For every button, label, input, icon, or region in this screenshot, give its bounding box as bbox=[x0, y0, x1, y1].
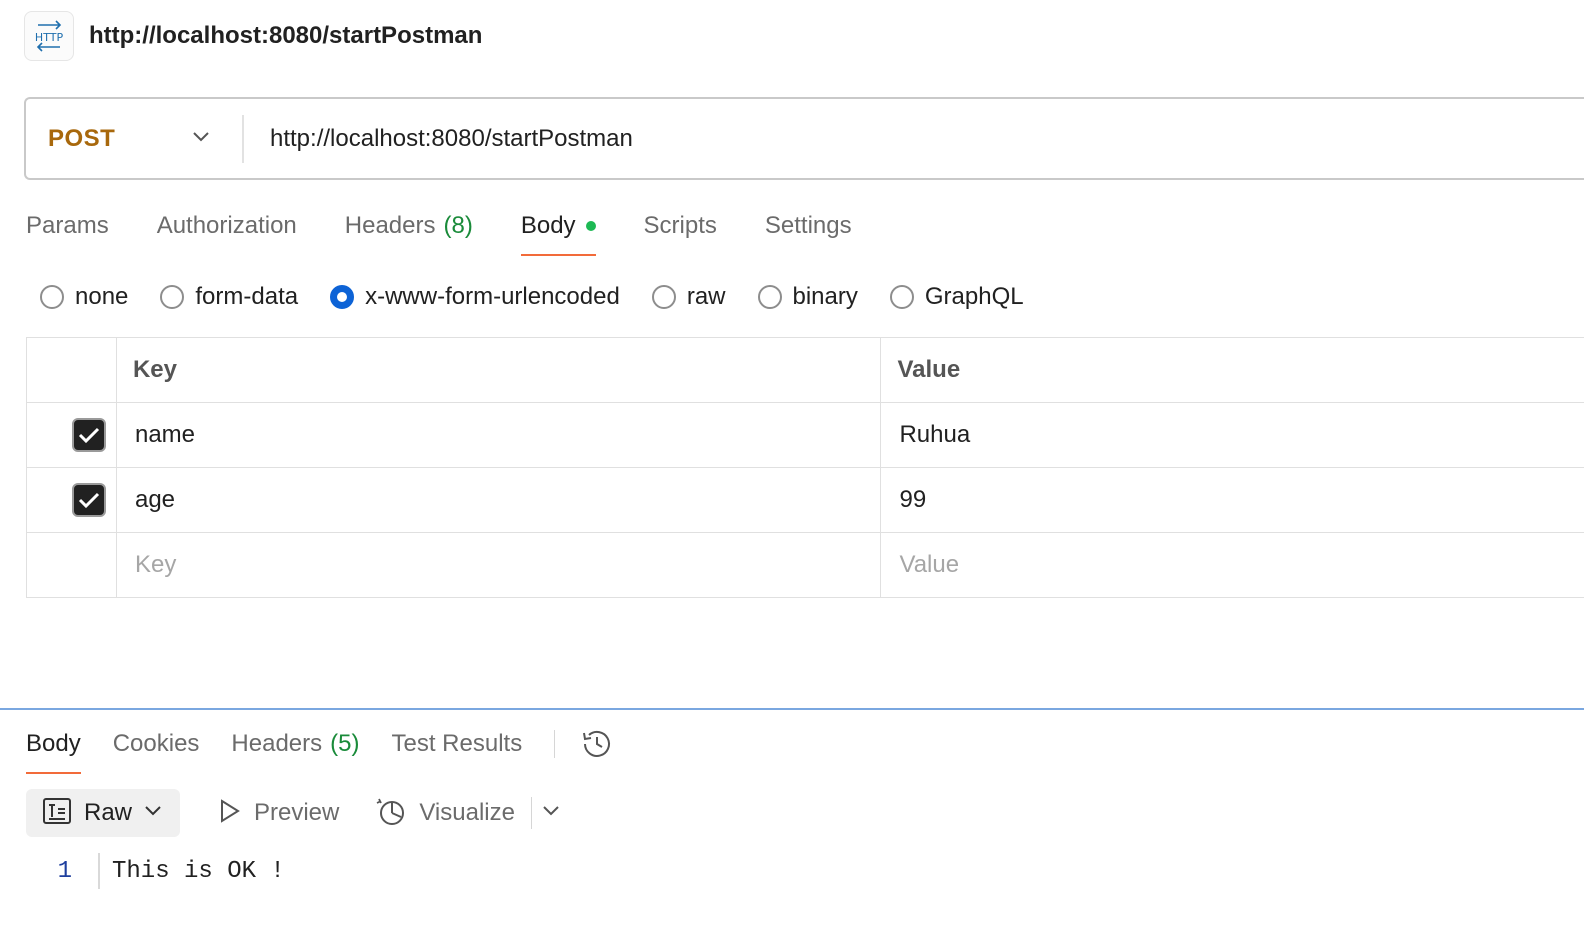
method-label: POST bbox=[48, 124, 116, 152]
key-input-placeholder[interactable]: Key bbox=[117, 533, 882, 597]
raw-format-dropdown[interactable]: Raw bbox=[26, 789, 180, 837]
radio-binary[interactable]: binary bbox=[757, 283, 858, 311]
response-body-code[interactable]: 1 This is OK ! bbox=[26, 852, 285, 890]
radio-button[interactable] bbox=[160, 285, 185, 309]
value-input-placeholder[interactable]: Value bbox=[881, 533, 1584, 597]
radio-raw[interactable]: raw bbox=[651, 283, 726, 311]
response-toolbar: Raw Preview Visualize bbox=[26, 789, 560, 837]
method-select[interactable]: POST bbox=[26, 114, 244, 163]
radio-button[interactable] bbox=[651, 285, 676, 309]
chevron-down-icon bbox=[192, 130, 210, 148]
form-urlencoded-table: Key Value name Ruhua age 99 Key Value bbox=[26, 337, 1584, 598]
value-cell[interactable]: 99 bbox=[881, 468, 1584, 532]
key-cell[interactable]: name bbox=[117, 403, 882, 467]
row-checkbox[interactable] bbox=[72, 418, 107, 452]
response-tab-cookies[interactable]: Cookies bbox=[113, 714, 200, 774]
code-gutter bbox=[98, 853, 100, 889]
radio-form-data[interactable]: form-data bbox=[160, 283, 298, 311]
key-cell[interactable]: age bbox=[117, 468, 882, 532]
tab-settings[interactable]: Settings bbox=[765, 196, 852, 256]
raw-label: Raw bbox=[84, 799, 133, 826]
chevron-down-icon[interactable] bbox=[542, 804, 560, 822]
code-line: This is OK ! bbox=[112, 857, 285, 885]
line-number: 1 bbox=[57, 857, 72, 885]
chevron-down-icon bbox=[144, 804, 162, 822]
column-header-key: Key bbox=[117, 338, 882, 402]
text-format-icon bbox=[42, 797, 72, 830]
http-icon: HTTP bbox=[24, 11, 74, 61]
svg-text:HTTP: HTTP bbox=[35, 31, 64, 44]
tab-authorization[interactable]: Authorization bbox=[157, 196, 297, 256]
request-title[interactable]: http://localhost:8080/startPostman bbox=[89, 22, 482, 50]
response-pane-divider[interactable] bbox=[0, 708, 1584, 710]
radio-button[interactable] bbox=[757, 285, 782, 309]
play-icon bbox=[216, 798, 242, 829]
row-check-cell bbox=[27, 403, 117, 467]
radio-button[interactable] bbox=[40, 285, 64, 309]
response-headers-count: (5) bbox=[330, 730, 360, 757]
toolbar-separator bbox=[530, 797, 532, 829]
table-row: name Ruhua bbox=[27, 403, 1584, 468]
tab-headers[interactable]: Headers (8) bbox=[345, 196, 473, 256]
history-icon[interactable] bbox=[579, 726, 615, 762]
visualize-icon bbox=[375, 795, 407, 832]
tab-scripts[interactable]: Scripts bbox=[644, 196, 717, 256]
table-header-row: Key Value bbox=[27, 338, 1584, 403]
radio-x-www-form-urlencoded[interactable]: x-www-form-urlencoded bbox=[330, 283, 620, 311]
radio-graphql[interactable]: GraphQL bbox=[889, 283, 1024, 311]
header-check-cell bbox=[27, 338, 117, 402]
column-header-value: Value bbox=[897, 356, 961, 383]
tab-params[interactable]: Params bbox=[26, 196, 109, 256]
checkmark-icon bbox=[79, 492, 100, 509]
table-row: age 99 bbox=[27, 468, 1584, 533]
body-type-radio-group: none form-data x-www-form-urlencoded raw… bbox=[40, 278, 1056, 316]
response-tab-headers[interactable]: Headers (5) bbox=[231, 714, 359, 774]
request-tabs: Params Authorization Headers (8) Body Scr… bbox=[26, 196, 900, 260]
headers-count: (8) bbox=[443, 212, 473, 239]
response-tabs: Body Cookies Headers (5) Test Results bbox=[26, 714, 615, 774]
table-row-empty: Key Value bbox=[27, 533, 1584, 598]
response-tab-body[interactable]: Body bbox=[26, 714, 81, 774]
radio-button-selected[interactable] bbox=[330, 285, 355, 309]
value-cell[interactable]: Ruhua bbox=[881, 403, 1584, 467]
body-modified-dot-icon bbox=[585, 221, 596, 231]
row-checkbox[interactable] bbox=[72, 483, 107, 517]
preview-button[interactable]: Preview bbox=[216, 798, 339, 829]
url-input[interactable] bbox=[270, 124, 1470, 153]
visualize-button[interactable]: Visualize bbox=[375, 795, 515, 832]
row-check-cell bbox=[27, 468, 117, 532]
tab-separator bbox=[554, 730, 556, 758]
tab-body[interactable]: Body bbox=[520, 196, 596, 256]
url-bar: POST bbox=[24, 97, 1584, 180]
response-tab-test-results[interactable]: Test Results bbox=[391, 714, 522, 774]
request-title-row: HTTP http://localhost:8080/startPostman bbox=[24, 10, 482, 62]
radio-none[interactable]: none bbox=[40, 283, 128, 311]
checkmark-icon bbox=[79, 427, 100, 444]
radio-button[interactable] bbox=[889, 285, 914, 309]
row-check-cell bbox=[27, 533, 117, 597]
